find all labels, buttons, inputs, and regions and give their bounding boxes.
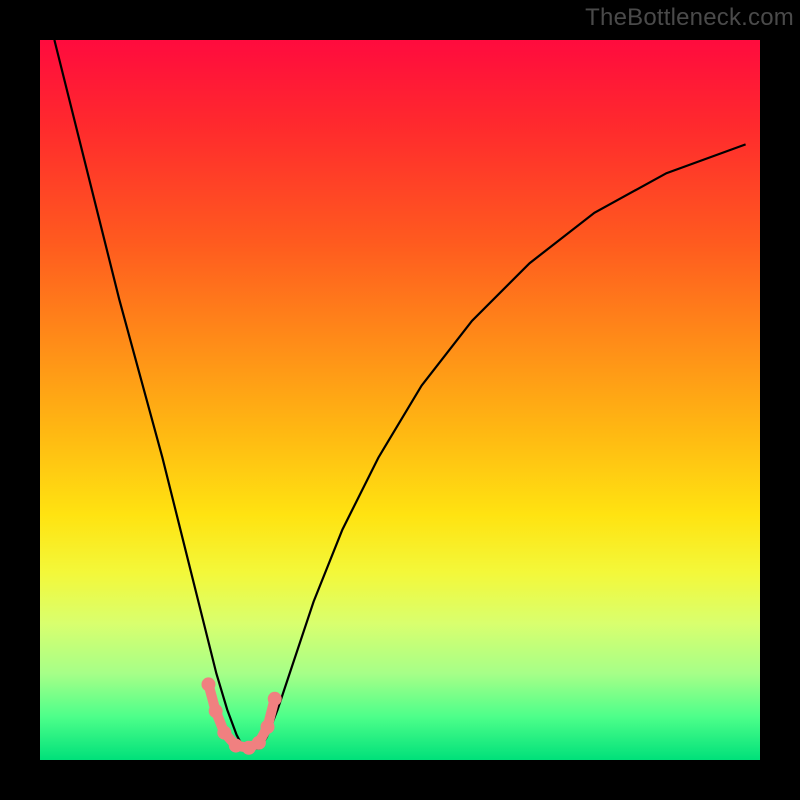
trough-dot: [261, 720, 275, 734]
curve-layer: [40, 40, 760, 760]
trough-dot: [201, 677, 215, 691]
chart-frame: TheBottleneck.com: [0, 0, 800, 800]
trough-dot: [252, 736, 266, 750]
trough-dot: [217, 726, 231, 740]
trough-markers: [201, 677, 281, 754]
bottleneck-curve: [54, 40, 745, 748]
trough-dot: [229, 739, 243, 753]
trough-dot: [268, 692, 282, 706]
attribution-label: TheBottleneck.com: [585, 4, 794, 32]
plot-area: [40, 40, 760, 760]
trough-dot: [209, 704, 223, 718]
